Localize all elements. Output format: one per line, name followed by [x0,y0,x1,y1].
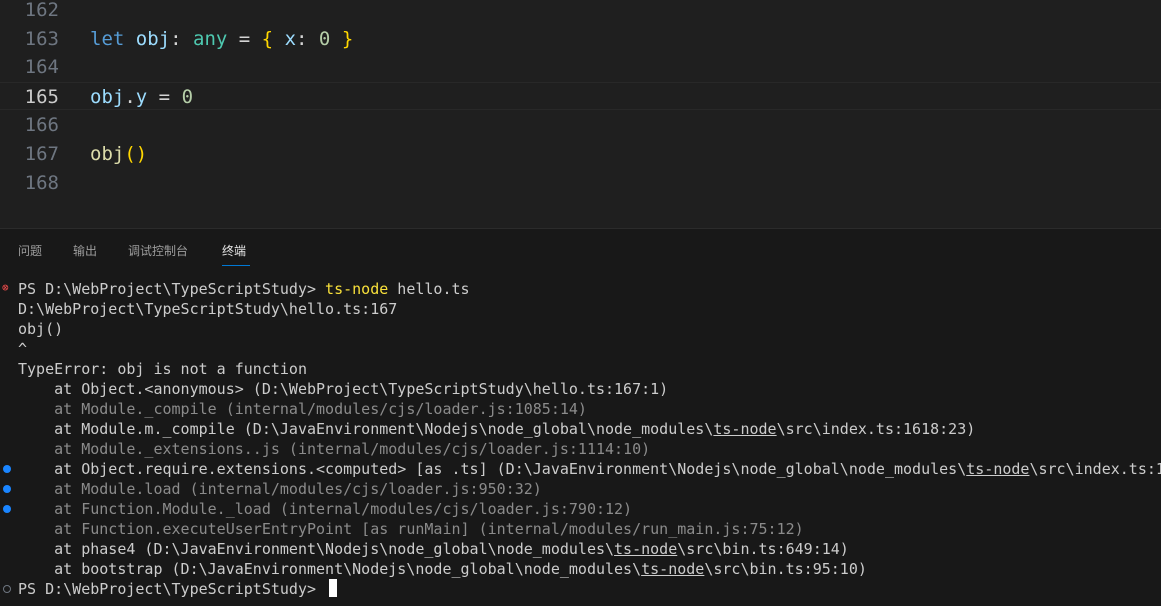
terminal-line: at Module.load (internal/modules/cjs/loa… [18,479,542,499]
editor-line[interactable]: 165 obj.y = 0 [0,82,1161,110]
terminal-line: at bootstrap (D:\JavaEnvironment\Nodejs\… [18,559,867,579]
code-token: 0 [318,28,331,50]
editor-line[interactable]: 164 [0,53,1161,81]
code-token: () [124,143,148,165]
tab-output[interactable]: 输出 [73,242,97,259]
terminal-line: at Module._compile (internal/modules/cjs… [18,399,587,419]
line-number: 168 [24,172,59,194]
code-token: = [227,28,262,50]
editor-line[interactable]: 168 [0,169,1161,197]
terminal-text: \src\index.ts:1618:23) [776,420,976,438]
terminal-line: obj() [18,319,63,339]
bottom-panel: 问题 输出 调试控制台 终端 ⊗ PS D:\WebProject\TypeScr… [0,228,1161,606]
terminal-text: PS D:\WebProject\TypeScriptStudy> [18,280,326,298]
terminal-text: PS D:\WebProject\TypeScriptStudy> [18,580,326,598]
terminal-text: TypeError: obj is not a function [18,360,307,378]
active-tab-indicator [222,265,250,266]
terminal-text: ts-node [325,280,389,298]
line-number: 165 [24,86,59,108]
terminal-text: \src\index.ts:1 [1029,460,1161,478]
terminal-line: at phase4 (D:\JavaEnvironment\Nodejs\nod… [18,539,849,559]
terminal-text: at Function.Module._load (internal/modul… [18,500,633,518]
terminal-line: D:\WebProject\TypeScriptStudy\hello.ts:1… [18,299,397,319]
editor-line[interactable]: 167 obj() [0,140,1161,168]
terminal-link[interactable]: ts-node [713,420,776,438]
terminal-line: ^ [18,339,27,359]
code-token: any [193,28,228,50]
terminal-text: D:\WebProject\TypeScriptStudy\hello.ts:1… [18,300,398,318]
code-text: let obj: any = { x: 0 } [90,25,353,53]
terminal-link[interactable]: ts-node [641,560,704,578]
terminal-line: TypeError: obj is not a function [18,359,307,379]
terminal-text: obj() [18,320,64,338]
terminal-line: PS D:\WebProject\TypeScriptStudy> ts-nod… [18,279,470,299]
code-token: obj [135,28,171,50]
terminal-link[interactable]: ts-node [966,460,1029,478]
editor-line[interactable]: 166 [0,111,1161,139]
panel-tabs: 问题 输出 调试控制台 终端 [0,229,1161,269]
terminal-line: at Function.executeUserEntryPoint [as ru… [18,519,804,539]
code-token: : [296,28,319,50]
terminal-line: at Object.<anonymous> (D:\WebProject\Typ… [18,379,668,399]
command-failed-icon[interactable]: ⊗ [2,282,12,293]
terminal-line: PS D:\WebProject\TypeScriptStudy> [18,579,338,599]
code-token: 0 [181,86,194,108]
line-number: 162 [24,0,59,21]
terminal-text: ^ [18,340,28,358]
line-number: 167 [24,143,59,165]
code-token: } [341,28,354,50]
terminal-text: at Function.executeUserEntryPoint [as ru… [18,520,804,538]
terminal-line: at Object.require.extensions.<computed> … [18,459,1161,479]
terminal-text: \src\bin.ts:649:14) [677,540,849,558]
tab-problems[interactable]: 问题 [18,242,42,259]
terminal-cursor [329,579,338,597]
command-pending-icon[interactable] [3,585,11,593]
code-token: let [90,28,125,50]
terminal-text: at Module.m._compile (D:\JavaEnvironment… [18,420,714,438]
terminal-text: \src\bin.ts:95:10) [704,560,867,578]
code-token: . [124,86,136,108]
code-token: obj [90,143,125,165]
code-token: = [147,86,182,108]
command-decoration-icon[interactable] [3,505,11,513]
code-token: { [261,28,274,50]
terminal-line: at Function.Module._load (internal/modul… [18,499,632,519]
code-token: x [284,28,297,50]
code-token: obj [90,86,125,108]
terminal-line: at Module._extensions..js (internal/modu… [18,439,650,459]
command-decoration-icon[interactable] [3,465,11,473]
terminal-line: at Module.m._compile (D:\JavaEnvironment… [18,419,975,439]
code-token: : [170,28,193,50]
code-token: y [135,86,148,108]
terminal-text: at bootstrap (D:\JavaEnvironment\Nodejs\… [18,560,642,578]
line-number: 164 [24,56,59,78]
terminal-text: at Module._compile (internal/modules/cjs… [18,400,587,418]
line-number: 166 [24,114,59,136]
editor-line[interactable]: 162 [0,0,1161,24]
tab-terminal[interactable]: 终端 [222,242,246,259]
line-number: 163 [24,28,59,50]
terminal-text: at Module._extensions..js (internal/modu… [18,440,651,458]
code-editor[interactable]: 162 163 let obj: any = { x: 0 } 164 165 obj.y… [0,0,1161,228]
tab-debug-console[interactable]: 调试控制台 [128,242,188,259]
editor-line[interactable]: 163 let obj: any = { x: 0 } [0,25,1161,53]
terminal-text: at Object.<anonymous> (D:\WebProject\Typ… [18,380,669,398]
terminal-text: at phase4 (D:\JavaEnvironment\Nodejs\nod… [18,540,615,558]
terminal-text: at Module.load (internal/modules/cjs/loa… [18,480,542,498]
terminal-link[interactable]: ts-node [614,540,677,558]
terminal-text: hello.ts [388,280,470,298]
command-decoration-icon[interactable] [3,485,11,493]
code-text: obj() [90,140,147,168]
code-text: obj.y = 0 [90,83,193,111]
terminal-text: at Object.require.extensions.<computed> … [18,460,967,478]
